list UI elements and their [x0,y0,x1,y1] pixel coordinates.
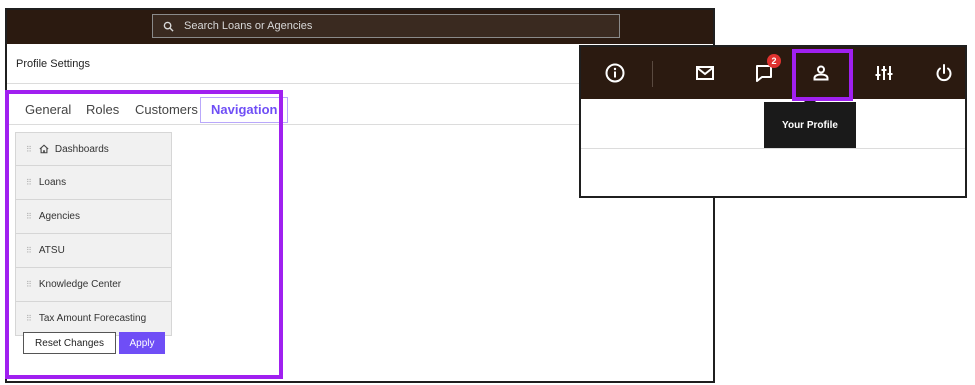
tooltip-text: Your Profile [782,119,838,131]
profile-tooltip: Your Profile [764,96,856,148]
settings-sliders-button[interactable] [871,60,897,86]
mail-icon [696,66,714,80]
reset-changes-button[interactable]: Reset Changes [23,332,116,354]
profile-button[interactable] [808,60,834,86]
nav-item-atsu[interactable]: ⠿ ATSU [15,234,172,268]
drag-handle-icon[interactable]: ⠿ [26,246,32,255]
drag-handle-icon[interactable]: ⠿ [26,212,32,221]
info-button[interactable] [602,60,628,86]
notification-badge: 2 [767,54,781,68]
nav-item-label: Tax Amount Forecasting [38,313,147,324]
search-box[interactable] [152,14,620,38]
sliders-icon [875,66,893,80]
nav-item-label: Agencies [38,211,80,222]
tab-customers[interactable]: Customers [135,97,198,123]
drag-handle-icon[interactable]: ⠿ [26,145,32,154]
inset-divider [581,148,965,149]
tab-navigation[interactable]: Navigation [200,97,289,123]
tab-roles[interactable]: Roles [86,97,119,123]
nav-item-knowledge-center[interactable]: ⠿ Knowledge Center [15,268,172,302]
nav-item-dashboards[interactable]: ⠿ Dashboards [15,132,172,166]
nav-item-agencies[interactable]: ⠿ Agencies [15,200,172,234]
top-bar [7,10,713,44]
home-icon [39,144,49,154]
nav-item-label: Knowledge Center [38,279,122,290]
power-icon [936,64,952,82]
tab-general[interactable]: General [25,97,71,123]
nav-item-label: Loans [38,177,67,188]
toolbar-zoom-inset: 2 Your Profile [579,45,967,198]
search-input[interactable] [184,20,619,32]
nav-item-label: Dashboards [54,143,109,155]
nav-item-label: ATSU [38,245,65,256]
drag-handle-icon[interactable]: ⠿ [26,178,32,187]
profile-icon [813,65,829,81]
mail-button[interactable] [692,60,718,86]
nav-item-tax-amount-forecasting[interactable]: ⠿ Tax Amount Forecasting [15,302,172,336]
apply-button[interactable]: Apply [119,332,165,354]
logout-button[interactable] [931,60,957,86]
navigation-order-list: ⠿ Dashboards ⠿ Loans ⠿ Agencies ⠿ ATSU ⠿… [15,132,172,336]
info-icon [605,63,625,83]
drag-handle-icon[interactable]: ⠿ [26,314,32,323]
toolbar-divider [652,61,653,87]
nav-item-loans[interactable]: ⠿ Loans [15,166,172,200]
inset-toolbar: 2 [581,47,965,99]
drag-handle-icon[interactable]: ⠿ [26,280,32,289]
search-icon [163,21,174,32]
page-title: Profile Settings [16,57,90,70]
